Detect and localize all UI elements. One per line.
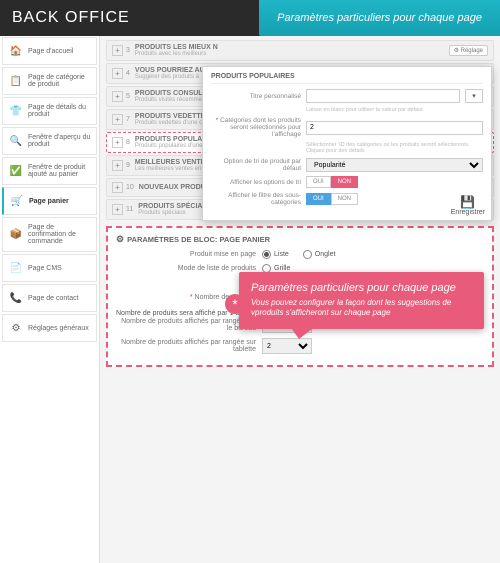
sidebar-item-product[interactable]: 👕 Page de détails du produit bbox=[2, 97, 97, 125]
field-note: Sélectionner 'ID des catégories où les p… bbox=[306, 142, 483, 154]
home-icon: 🏠 bbox=[8, 44, 24, 58]
radio-liste[interactable]: Liste bbox=[262, 250, 289, 259]
sidebar-item-label: Page CMS bbox=[28, 265, 62, 272]
row-title: PRODUITS LES MIEUX N bbox=[135, 44, 218, 51]
sidebar-item-contact[interactable]: 📞 Page de contact bbox=[2, 284, 97, 312]
sort-select[interactable]: Popularité bbox=[306, 158, 483, 172]
sidebar-item-added[interactable]: ✅ Fenêtre de produit ajouté au panier bbox=[2, 157, 97, 185]
callout-tail bbox=[289, 325, 317, 339]
sidebar-item-label: Page de catégorie de produit bbox=[28, 74, 91, 88]
sidebar-item-label: Fenêtre de produit ajouté au panier bbox=[28, 164, 91, 178]
sidebar-item-label: Page de détails du produit bbox=[28, 104, 91, 118]
sidebar-item-label: Page panier bbox=[29, 198, 69, 205]
lang-flag-icon[interactable]: ▾ bbox=[465, 89, 483, 103]
sidebar-item-cart[interactable]: 🛒 Page panier bbox=[2, 187, 97, 215]
toggle-filter[interactable]: OUINON bbox=[306, 193, 358, 205]
sidebar-item-label: Page de contact bbox=[28, 295, 79, 302]
row-num: 4 bbox=[126, 70, 130, 77]
settings-popup: PRODUITS POPULAIRES Titre personnalisé▾ … bbox=[202, 66, 492, 221]
field-label: Afficher le filtre des sous-catégories bbox=[211, 192, 301, 206]
sidebar-item-home[interactable]: 🏠 Page d'accueil bbox=[2, 37, 97, 65]
callout-tooltip: * Paramètres particuliers pour chaque pa… bbox=[239, 272, 484, 329]
settings-button[interactable]: ⚙ Réglage bbox=[449, 45, 488, 56]
tablet-per-row-select[interactable]: 2 bbox=[262, 338, 312, 354]
sidebar-item-label: Réglages généraux bbox=[28, 325, 89, 332]
cart-icon: 🛒 bbox=[9, 194, 25, 208]
expand-icon[interactable]: + bbox=[112, 91, 123, 102]
field-label: Option de tri de produit par défaut bbox=[211, 158, 301, 172]
sidebar-item-label: Page de confirmation de commande bbox=[28, 224, 91, 245]
field-label: Nombre de produits affichés par rangée s… bbox=[116, 318, 256, 332]
gear-icon: ⚙ bbox=[116, 234, 124, 245]
sidebar-item-category[interactable]: 📋 Page de catégorie de produit bbox=[2, 67, 97, 95]
shirt-icon: 👕 bbox=[8, 104, 24, 118]
field-label: Nombre de produits affichés par rangée s… bbox=[116, 339, 256, 353]
field-label: Titre personnalisé bbox=[211, 93, 301, 100]
field-note: Laisse en blanc pour utiliser la valeur … bbox=[306, 107, 483, 113]
field-label: * Catégories dont les produits seront sé… bbox=[211, 117, 301, 138]
sidebar-item-label: Fenêtre d'aperçu du produit bbox=[28, 134, 91, 148]
callout-title: Paramètres particuliers pour chaque page bbox=[251, 282, 472, 294]
sidebar-item-cms[interactable]: 📄 Page CMS bbox=[2, 254, 97, 282]
sidebar-item-confirm[interactable]: 📦 Page de confirmation de commande bbox=[2, 217, 97, 252]
save-icon: 💾 bbox=[451, 195, 485, 209]
expand-icon[interactable]: + bbox=[112, 45, 123, 56]
row-num: 8 bbox=[126, 139, 130, 146]
form-row: Nombre de produits affichés par rangée s… bbox=[116, 338, 484, 354]
sidebar-item-label: Page d'accueil bbox=[28, 48, 73, 55]
toggle-sort[interactable]: OUINON bbox=[306, 176, 358, 188]
row-title: MEILLEURES VENTES bbox=[135, 159, 210, 166]
field-label: Mode de liste de produits bbox=[116, 265, 256, 272]
header-banner: Paramètres particuliers pour chaque page bbox=[259, 0, 500, 36]
phone-icon: 📞 bbox=[8, 291, 24, 305]
row-num: 10 bbox=[126, 184, 134, 191]
expand-icon[interactable]: + bbox=[112, 137, 123, 148]
row-num: 9 bbox=[126, 162, 130, 169]
row-num: 3 bbox=[126, 47, 130, 54]
row-num: 11 bbox=[126, 206, 133, 213]
expand-icon[interactable]: + bbox=[112, 114, 123, 125]
row-sub: Produits avec les meilleurs bbox=[135, 51, 449, 57]
row-num: 7 bbox=[126, 116, 130, 123]
search-icon: 🔍 bbox=[8, 134, 24, 148]
custom-title-input[interactable] bbox=[306, 89, 460, 103]
check-icon: ✅ bbox=[8, 164, 24, 178]
star-icon: * bbox=[225, 294, 245, 314]
expand-icon[interactable]: + bbox=[112, 182, 123, 193]
save-button[interactable]: 💾Enregistrer bbox=[451, 195, 485, 216]
gear-icon: ⚙ bbox=[8, 321, 24, 335]
sidebar-item-settings[interactable]: ⚙ Réglages généraux bbox=[2, 314, 97, 342]
popup-title: PRODUITS POPULAIRES bbox=[211, 73, 483, 84]
radio-onglet[interactable]: Onglet bbox=[303, 250, 336, 259]
header: BACK OFFICE Paramètres particuliers pour… bbox=[0, 0, 500, 36]
expand-icon[interactable]: + bbox=[112, 204, 123, 215]
row-num: 5 bbox=[126, 93, 130, 100]
form-row: Produit mise en page Liste Onglet bbox=[116, 250, 484, 259]
row-title: PRODUITS SPÉCIAU bbox=[138, 203, 207, 210]
panel-title: ⚙PARAMÈTRES DE BLOC: PAGE PANIER bbox=[116, 234, 484, 245]
app-title: BACK OFFICE bbox=[12, 9, 130, 27]
callout-body: Vous pouvez configurer la façon dont les… bbox=[251, 298, 472, 319]
expand-icon[interactable]: + bbox=[112, 68, 123, 79]
box-icon: 📦 bbox=[8, 228, 24, 242]
sidebar-item-preview[interactable]: 🔍 Fenêtre d'aperçu du produit bbox=[2, 127, 97, 155]
expand-icon[interactable]: + bbox=[112, 160, 123, 171]
row-title: PRODUITS VEDETTES bbox=[135, 113, 210, 120]
block-row[interactable]: +3 PRODUITS LES MIEUX NProduits avec les … bbox=[106, 40, 494, 61]
category-input[interactable] bbox=[306, 121, 483, 135]
main-content: +3 PRODUITS LES MIEUX NProduits avec les … bbox=[100, 36, 500, 563]
page-icon: 📄 bbox=[8, 261, 24, 275]
field-label: Produit mise en page bbox=[116, 251, 256, 258]
sidebar: 🏠 Page d'accueil 📋 Page de catégorie de pr… bbox=[0, 36, 100, 563]
row-title: NOUVEAUX PRODUI bbox=[139, 184, 208, 191]
field-label: Afficher les options de tri bbox=[211, 179, 301, 186]
list-icon: 📋 bbox=[8, 74, 24, 88]
